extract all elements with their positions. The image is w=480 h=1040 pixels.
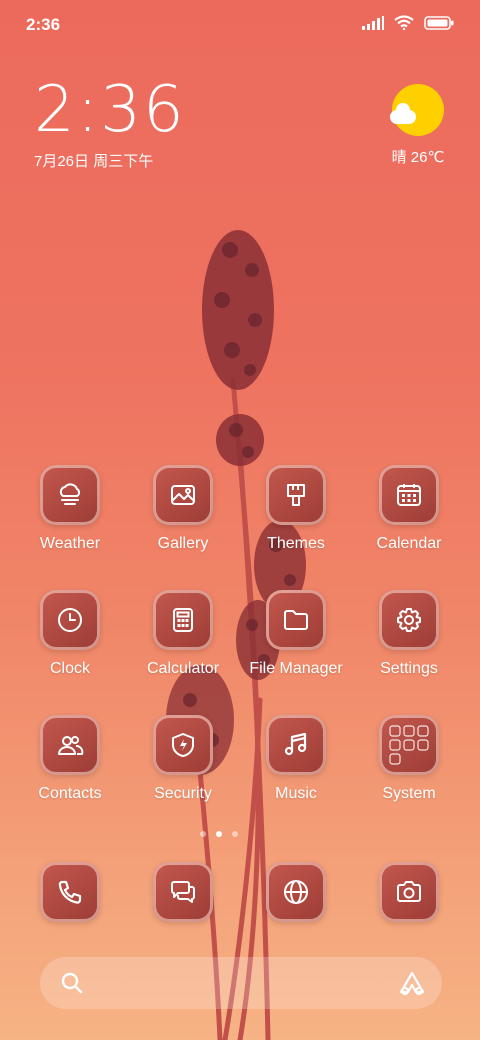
app-weather[interactable]: Weather bbox=[20, 465, 120, 553]
gallery-icon bbox=[153, 465, 213, 525]
sunny-cloud-icon bbox=[390, 84, 444, 136]
app-label: Security bbox=[154, 785, 212, 802]
app-label: Calculator bbox=[146, 660, 220, 677]
home-search-bar[interactable] bbox=[40, 957, 442, 1009]
app-label: Gallery bbox=[157, 535, 209, 552]
app-file-manager[interactable]: File Manager bbox=[246, 590, 346, 678]
app-label: Calendar bbox=[376, 535, 442, 552]
app-label: Settings bbox=[380, 660, 438, 677]
app-label: Contacts bbox=[38, 785, 102, 802]
weather-icon bbox=[40, 465, 100, 525]
app-label: File Manager bbox=[249, 660, 343, 677]
app-label: System bbox=[382, 785, 436, 802]
app-label: Clock bbox=[49, 660, 90, 677]
clock-icon bbox=[40, 590, 100, 650]
app-calculator[interactable]: Calculator bbox=[133, 590, 233, 678]
browser-icon bbox=[266, 862, 326, 922]
app-calendar[interactable]: Calendar bbox=[359, 465, 459, 553]
page-dot[interactable] bbox=[232, 831, 238, 837]
app-contacts[interactable]: Contacts bbox=[20, 715, 120, 803]
page-indicator[interactable] bbox=[200, 831, 238, 837]
page-dot[interactable] bbox=[200, 831, 206, 837]
battery-icon bbox=[424, 15, 454, 30]
app-settings[interactable]: Settings bbox=[359, 590, 459, 678]
weather-widget[interactable]: 晴 26℃ bbox=[390, 84, 446, 167]
clock-widget-date: 7月26日 周三下午 bbox=[34, 153, 154, 170]
app-label: Themes bbox=[267, 535, 325, 552]
contacts-icon bbox=[40, 715, 100, 775]
themes-icon bbox=[266, 465, 326, 525]
calendar-icon bbox=[379, 465, 439, 525]
dock-browser[interactable] bbox=[246, 862, 346, 922]
dock-phone[interactable] bbox=[20, 862, 120, 922]
status-icons bbox=[362, 15, 454, 30]
app-security[interactable]: Security bbox=[133, 715, 233, 803]
camera-icon bbox=[379, 862, 439, 922]
app-clock[interactable]: Clock bbox=[20, 590, 120, 678]
shield-icon bbox=[153, 715, 213, 775]
app-system-folder[interactable]: System bbox=[359, 715, 459, 803]
search-icon[interactable] bbox=[60, 971, 84, 995]
dock-camera[interactable] bbox=[359, 862, 459, 922]
clock-widget[interactable]: 2:36 7月26日 周三下午 bbox=[34, 78, 186, 171]
app-themes[interactable]: Themes bbox=[246, 465, 346, 553]
status-time: 2:36 bbox=[26, 15, 61, 34]
messages-icon bbox=[153, 862, 213, 922]
clock-widget-time: 2:36 bbox=[34, 73, 186, 147]
weather-widget-text: 晴 26℃ bbox=[391, 149, 445, 166]
app-label: Weather bbox=[39, 535, 101, 552]
folder-grid-icon bbox=[379, 715, 439, 775]
music-icon bbox=[266, 715, 326, 775]
page-dot-active[interactable] bbox=[216, 831, 222, 837]
app-gallery[interactable]: Gallery bbox=[133, 465, 233, 553]
calculator-icon bbox=[153, 590, 213, 650]
gear-icon bbox=[379, 590, 439, 650]
status-bar: 2:36 bbox=[0, 0, 480, 50]
wifi-icon bbox=[394, 15, 414, 30]
app-music[interactable]: Music bbox=[246, 715, 346, 803]
app-vault-icon[interactable] bbox=[398, 970, 426, 996]
dock-messages[interactable] bbox=[133, 862, 233, 922]
app-label: Music bbox=[275, 785, 317, 802]
signal-icon bbox=[362, 15, 384, 30]
phone-icon bbox=[40, 862, 100, 922]
folder-icon bbox=[266, 590, 326, 650]
